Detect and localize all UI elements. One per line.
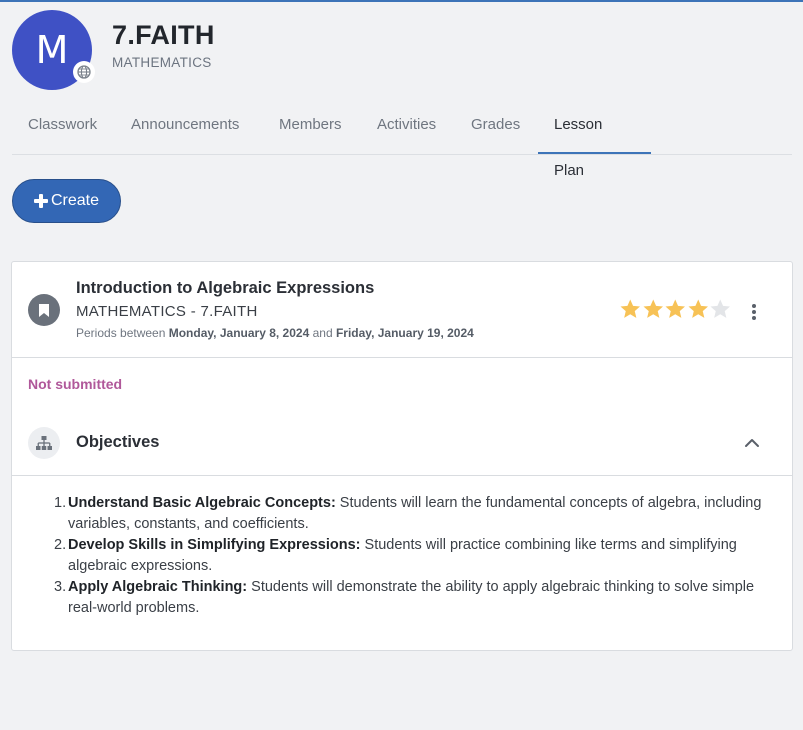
- rating-stars[interactable]: [619, 297, 732, 323]
- class-subject: MATHEMATICS: [112, 55, 212, 70]
- create-button[interactable]: Create: [12, 179, 121, 223]
- bookmark-icon: [28, 294, 60, 326]
- period-prefix: Periods between: [76, 326, 166, 340]
- list-item-number: 1.: [54, 495, 67, 511]
- star-icon[interactable]: [709, 297, 732, 321]
- class-tabs: Classwork Announcements Members Activiti…: [12, 102, 792, 179]
- period-start-date: Monday, January 8, 2024: [168, 326, 310, 340]
- star-icon[interactable]: [642, 297, 665, 321]
- list-item: 2. Develop Skills in Simplifying Express…: [54, 535, 780, 577]
- lesson-period: Periods between Monday, January 8, 2024 …: [76, 326, 474, 340]
- list-item-number: 3.: [54, 579, 67, 595]
- globe-icon: [73, 61, 95, 83]
- avatar-letter: M: [35, 28, 69, 72]
- list-item: 1. Understand Basic Algebraic Concepts: …: [54, 493, 780, 535]
- period-joiner: and: [312, 326, 333, 340]
- list-item-number: 2.: [54, 537, 67, 553]
- objective-heading: Understand Basic Algebraic Concepts:: [68, 495, 336, 511]
- tab-classwork[interactable]: Classwork: [12, 102, 113, 154]
- star-icon[interactable]: [619, 297, 642, 321]
- more-vertical-icon[interactable]: [746, 302, 762, 322]
- star-icon[interactable]: [664, 297, 687, 321]
- class-header: M 7.FAITH MATHEMATICS: [12, 10, 792, 92]
- sitemap-icon: [28, 427, 60, 459]
- objectives-section-header[interactable]: Objectives: [12, 412, 792, 476]
- chevron-up-icon[interactable]: [744, 436, 760, 450]
- plus-icon: [33, 194, 48, 208]
- period-end-date: Friday, January 19, 2024: [335, 326, 474, 340]
- tab-announcements[interactable]: Announcements: [115, 102, 255, 154]
- tab-members[interactable]: Members: [263, 102, 358, 154]
- lesson-title[interactable]: Introduction to Algebraic Expressions: [76, 279, 374, 298]
- lesson-subtitle: MATHEMATICS - 7.FAITH: [76, 303, 258, 320]
- class-title: 7.FAITH: [112, 20, 215, 50]
- tab-grades[interactable]: Grades: [455, 102, 536, 154]
- objective-heading: Apply Algebraic Thinking:: [68, 579, 248, 595]
- objective-heading: Develop Skills in Simplifying Expression…: [68, 537, 361, 553]
- lesson-card-header[interactable]: Introduction to Algebraic Expressions MA…: [12, 262, 792, 358]
- star-icon[interactable]: [687, 297, 710, 321]
- objectives-title: Objectives: [76, 433, 160, 451]
- tab-activities[interactable]: Activities: [361, 102, 452, 154]
- objectives-list: 1. Understand Basic Algebraic Concepts: …: [54, 493, 780, 619]
- list-item: 3. Apply Algebraic Thinking: Students wi…: [54, 577, 780, 619]
- status-badge: Not submitted: [28, 376, 123, 392]
- create-button-label: Create: [50, 192, 100, 209]
- tab-lesson-plan[interactable]: Lesson Plan: [538, 102, 651, 179]
- lesson-plan-card: Introduction to Algebraic Expressions MA…: [11, 261, 793, 651]
